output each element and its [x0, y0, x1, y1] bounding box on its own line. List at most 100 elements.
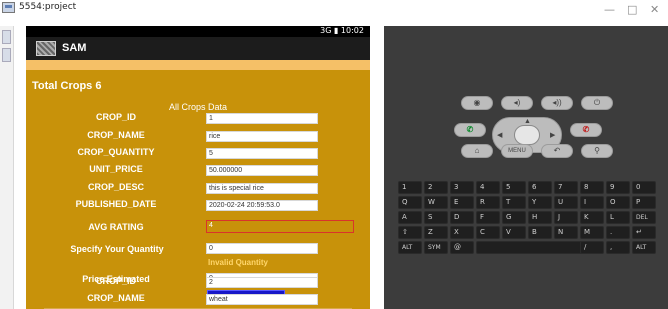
- key-v[interactable]: V: [502, 226, 526, 239]
- key-b[interactable]: B: [528, 226, 552, 239]
- status-bar: 3G ▮ 10:02: [26, 26, 370, 37]
- key-sym[interactable]: SYM: [424, 241, 448, 254]
- dpad-right-icon[interactable]: ▶: [550, 131, 555, 139]
- key-d[interactable]: D: [450, 211, 474, 224]
- key-m[interactable]: M: [580, 226, 604, 239]
- toolbar-tab[interactable]: [2, 30, 11, 44]
- home-button[interactable]: ⌂: [461, 144, 493, 158]
- published-date-value: 2020-02-24 20:59:53.0: [206, 200, 318, 211]
- crop-quantity-label: CROP_QUANTITY: [77, 147, 155, 157]
- key-u[interactable]: U: [554, 196, 578, 209]
- key-z[interactable]: Z: [424, 226, 448, 239]
- key-o[interactable]: O: [606, 196, 630, 209]
- key-i[interactable]: I: [580, 196, 604, 209]
- key-8[interactable]: 8: [580, 181, 604, 194]
- key-h[interactable]: H: [528, 211, 552, 224]
- crop-name-value: rice: [206, 131, 318, 142]
- key-0[interactable]: 0: [632, 181, 656, 194]
- key-y[interactable]: Y: [528, 196, 552, 209]
- end-call-button[interactable]: ✆: [570, 123, 602, 137]
- total-crops-label: Total Crops 6: [32, 80, 102, 92]
- close-button[interactable]: ✕: [650, 4, 659, 16]
- key-j[interactable]: J: [554, 211, 578, 224]
- key-comma[interactable]: ,: [606, 241, 630, 254]
- key-alt-left[interactable]: ALT: [398, 241, 422, 254]
- key-x[interactable]: X: [450, 226, 474, 239]
- volume-up-button[interactable]: ◂)): [541, 96, 573, 110]
- key-w[interactable]: W: [424, 196, 448, 209]
- avg-rating-field[interactable]: 4: [206, 220, 354, 233]
- search-button[interactable]: ⚲: [581, 144, 613, 158]
- dpad-up-icon[interactable]: ▲: [524, 118, 531, 125]
- key-5[interactable]: 5: [502, 181, 526, 194]
- header-band: [26, 60, 370, 70]
- crop-id-label: CROP_ID: [95, 112, 136, 122]
- key-9[interactable]: 9: [606, 181, 630, 194]
- dpad-left-icon[interactable]: ◀: [497, 131, 502, 139]
- key-4[interactable]: 4: [476, 181, 500, 194]
- key-7[interactable]: 7: [554, 181, 578, 194]
- crop-desc-label: CROP_DESC: [87, 182, 144, 192]
- key-q[interactable]: Q: [398, 196, 422, 209]
- key-s[interactable]: S: [424, 211, 448, 224]
- volume-down-button[interactable]: ◂): [501, 96, 533, 110]
- back-button[interactable]: ↶: [541, 144, 573, 158]
- key-period[interactable]: .: [606, 226, 630, 239]
- key-l[interactable]: L: [606, 211, 630, 224]
- app-window-icon: [2, 2, 15, 13]
- hardware-keyboard: 1 2 3 4 5 6 7 8 9 0 Q W E R T Y U I O P …: [398, 181, 660, 281]
- crop-name-label: CROP_NAME: [87, 130, 145, 140]
- key-at[interactable]: @: [450, 241, 474, 254]
- power-button[interactable]: ⏻: [581, 96, 613, 110]
- crops-content: Total Crops 6 All Crops Data CROP_ID 1 C…: [26, 60, 370, 309]
- key-k[interactable]: K: [580, 211, 604, 224]
- avg-rating-label: AVG RATING: [88, 222, 144, 232]
- key-3[interactable]: 3: [450, 181, 474, 194]
- unit-price-label: UNIT_PRICE: [89, 164, 143, 174]
- emulator-control-panel: ◉ ◂) ◂)) ⏻ ✆ ▲ ▼ ◀ ▶ ✆ ⌂ MENU ↶ ⚲ 1 2 3 …: [384, 26, 668, 309]
- dpad-center-button[interactable]: [514, 125, 540, 145]
- action-bar: SAM: [26, 37, 370, 60]
- restore-button[interactable]: □: [627, 4, 637, 16]
- device-screen: 3G ▮ 10:02 SAM Total Crops 6 All Crops D…: [26, 26, 370, 309]
- key-alt-right[interactable]: ALT: [632, 241, 656, 254]
- next-crop-name-value: wheat: [206, 294, 318, 305]
- key-shift[interactable]: ⇧: [398, 226, 422, 239]
- key-a[interactable]: A: [398, 211, 422, 224]
- quantity-label: Specify Your Quantity: [70, 244, 164, 254]
- key-1[interactable]: 1: [398, 181, 422, 194]
- crop-quantity-value: 5: [206, 148, 318, 159]
- next-crop-name-label: CROP_NAME: [87, 293, 145, 303]
- status-text: 3G ▮ 10:02: [320, 26, 364, 35]
- key-g[interactable]: G: [502, 211, 526, 224]
- next-crop-id-label: CROP_ID: [95, 276, 136, 286]
- camera-button[interactable]: ◉: [461, 96, 493, 110]
- key-t[interactable]: T: [502, 196, 526, 209]
- key-6[interactable]: 6: [528, 181, 552, 194]
- next-crop-id-value: 2: [206, 277, 318, 288]
- key-r[interactable]: R: [476, 196, 500, 209]
- section-heading: All Crops Data: [168, 102, 228, 112]
- app-logo-icon: [36, 41, 56, 56]
- key-n[interactable]: N: [554, 226, 578, 239]
- toolbar-tab[interactable]: [2, 48, 11, 62]
- key-del[interactable]: DEL: [632, 211, 656, 224]
- published-date-label: PUBLISHED_DATE: [75, 199, 157, 209]
- quantity-input[interactable]: 0: [206, 243, 318, 254]
- crop-desc-value: this is special rice: [206, 183, 318, 194]
- app-title: SAM: [62, 42, 87, 54]
- key-e[interactable]: E: [450, 196, 474, 209]
- key-f[interactable]: F: [476, 211, 500, 224]
- window-titlebar: 5554:project — □ ✕: [0, 0, 668, 26]
- minimize-button[interactable]: —: [604, 4, 615, 16]
- unit-price-value: 50.000000: [206, 165, 318, 176]
- key-slash[interactable]: /: [580, 241, 604, 254]
- invalid-quantity-message: Invalid Quantity: [208, 258, 269, 267]
- key-p[interactable]: P: [632, 196, 656, 209]
- menu-button[interactable]: MENU: [501, 144, 533, 158]
- call-button[interactable]: ✆: [454, 123, 486, 137]
- key-enter[interactable]: ↵: [632, 226, 656, 239]
- key-2[interactable]: 2: [424, 181, 448, 194]
- crop-id-value: 1: [206, 113, 318, 124]
- key-c[interactable]: C: [476, 226, 500, 239]
